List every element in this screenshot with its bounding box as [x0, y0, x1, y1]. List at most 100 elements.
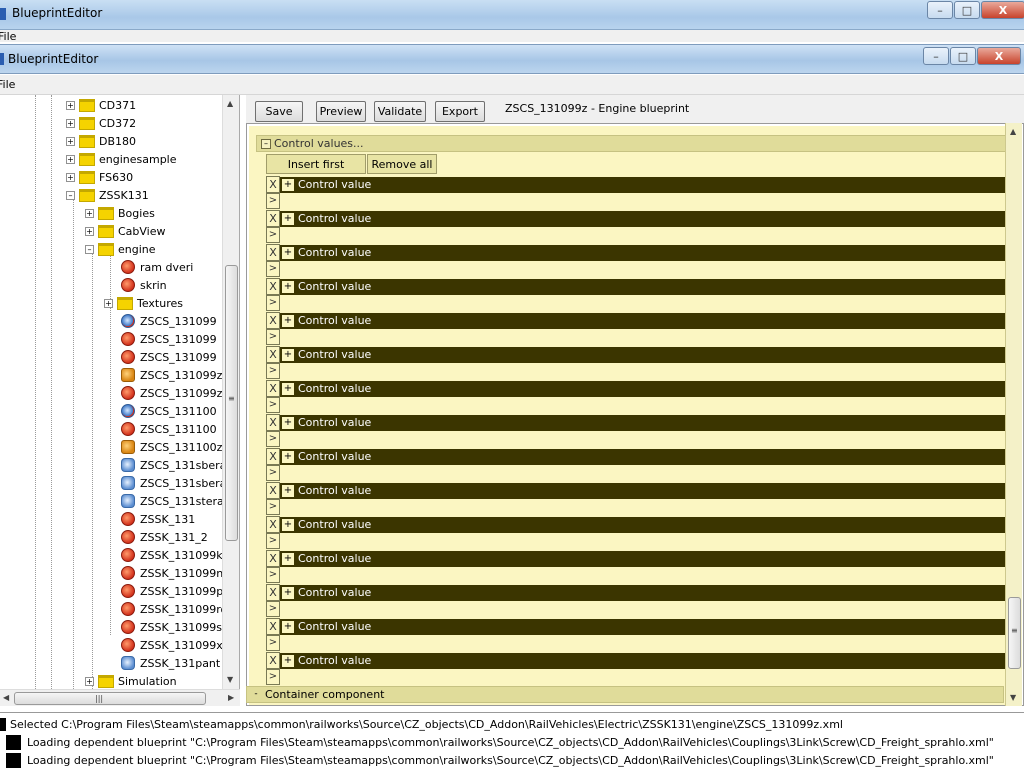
- control-value-row[interactable]: X + Control value: [266, 244, 1007, 261]
- tree-item[interactable]: ZSSK_131099pc: [121, 582, 229, 600]
- expand-icon[interactable]: +: [85, 676, 94, 686]
- control-value-bar[interactable]: + Control value: [280, 585, 1007, 601]
- control-value-bar[interactable]: + Control value: [280, 211, 1007, 227]
- window-titlebar[interactable]: BlueprintEditor – □ X: [0, 44, 1024, 74]
- insert-after-button[interactable]: >: [266, 465, 280, 481]
- control-value-row[interactable]: X + Control value: [266, 584, 1007, 601]
- control-value-row[interactable]: X + Control value: [266, 516, 1007, 533]
- control-value-row[interactable]: X + Control value: [266, 652, 1007, 669]
- expand-icon[interactable]: +: [66, 172, 75, 182]
- remove-item-button[interactable]: X: [266, 380, 280, 397]
- blueprint-editor-panel[interactable]: – Control values... Insert first Remove …: [246, 123, 1024, 706]
- remove-item-button[interactable]: X: [266, 482, 280, 499]
- minimize-button[interactable]: –: [923, 47, 949, 65]
- remove-item-button[interactable]: X: [266, 652, 280, 669]
- control-value-bar[interactable]: + Control value: [280, 177, 1007, 193]
- tree-item[interactable]: + Textures: [104, 294, 183, 312]
- tree-item[interactable]: + Simulation: [85, 672, 177, 689]
- remove-item-button[interactable]: X: [266, 346, 280, 363]
- expand-icon[interactable]: +: [282, 655, 294, 667]
- expand-icon[interactable]: +: [66, 118, 75, 128]
- scroll-thumb[interactable]: ≡: [1008, 597, 1021, 669]
- insert-after-button[interactable]: >: [266, 669, 280, 685]
- insert-after-button[interactable]: >: [266, 295, 280, 311]
- control-value-row[interactable]: X + Control value: [266, 278, 1007, 295]
- remove-item-button[interactable]: X: [266, 278, 280, 295]
- tree-item[interactable]: ZSCS_131100: [121, 420, 217, 438]
- control-value-row[interactable]: X + Control value: [266, 176, 1007, 193]
- insert-after-button[interactable]: >: [266, 397, 280, 413]
- remove-item-button[interactable]: X: [266, 244, 280, 261]
- maximize-button[interactable]: □: [950, 47, 976, 65]
- expand-icon[interactable]: +: [66, 100, 75, 110]
- control-value-row[interactable]: X + Control value: [266, 312, 1007, 329]
- scroll-left-arrow-icon[interactable]: ◀: [3, 693, 9, 702]
- control-value-bar[interactable]: + Control value: [280, 415, 1007, 431]
- tree-item[interactable]: ZSCS_131099z: [121, 366, 222, 384]
- control-value-bar[interactable]: + Control value: [280, 381, 1007, 397]
- tree-item[interactable]: + DB180: [66, 132, 136, 150]
- tree-item[interactable]: ZSSK_131099sb: [121, 618, 229, 636]
- close-button[interactable]: X: [981, 1, 1024, 19]
- tree-item[interactable]: – ZSSK131: [66, 186, 149, 204]
- insert-after-button[interactable]: >: [266, 567, 280, 583]
- remove-item-button[interactable]: X: [266, 550, 280, 567]
- insert-after-button[interactable]: >: [266, 499, 280, 515]
- remove-item-button[interactable]: X: [266, 312, 280, 329]
- expand-icon[interactable]: +: [282, 281, 294, 293]
- close-button[interactable]: X: [977, 47, 1021, 65]
- expand-icon[interactable]: +: [104, 298, 113, 308]
- control-value-bar[interactable]: + Control value: [280, 619, 1007, 635]
- expand-icon[interactable]: +: [282, 451, 294, 463]
- remove-item-button[interactable]: X: [266, 414, 280, 431]
- scroll-up-arrow-icon[interactable]: ▲: [227, 99, 233, 108]
- tree-item[interactable]: ZSCS_131sterac: [121, 492, 230, 510]
- remove-item-button[interactable]: X: [266, 516, 280, 533]
- tree-item[interactable]: ZSCS_131099: [121, 312, 217, 330]
- tree-horizontal-scrollbar[interactable]: ◀ ||| ▶: [0, 689, 240, 706]
- back-window-titlebar[interactable]: BlueprintEditor – □ X: [0, 0, 1024, 30]
- tree-item[interactable]: + CabView: [85, 222, 166, 240]
- preview-button[interactable]: Preview: [316, 101, 366, 122]
- expand-icon[interactable]: +: [85, 208, 94, 218]
- menu-file[interactable]: File: [0, 78, 15, 91]
- tree-item[interactable]: + Bogies: [85, 204, 155, 222]
- tree-item[interactable]: ZSSK_131_2: [121, 528, 208, 546]
- insert-first-button[interactable]: Insert first: [266, 154, 366, 174]
- tree-item[interactable]: ram dveri: [121, 258, 193, 276]
- tree-item[interactable]: ZSCS_131sbera: [121, 474, 226, 492]
- scroll-down-arrow-icon[interactable]: ▼: [1010, 693, 1016, 702]
- control-value-bar[interactable]: + Control value: [280, 653, 1007, 669]
- tree-item[interactable]: ZSCS_131sbera: [121, 456, 226, 474]
- tree-item[interactable]: ZSCS_131099: [121, 348, 217, 366]
- collapse-icon[interactable]: –: [66, 190, 75, 200]
- expand-icon[interactable]: +: [282, 587, 294, 599]
- expand-icon[interactable]: +: [85, 226, 94, 236]
- tree-item[interactable]: + enginesample: [66, 150, 177, 168]
- expand-icon[interactable]: +: [282, 179, 294, 191]
- expand-icon[interactable]: +: [282, 553, 294, 565]
- expand-icon[interactable]: +: [282, 247, 294, 259]
- menu-file[interactable]: File: [0, 30, 16, 42]
- tree-item[interactable]: skrin: [121, 276, 167, 294]
- remove-item-button[interactable]: X: [266, 176, 280, 193]
- insert-after-button[interactable]: >: [266, 227, 280, 243]
- tree-item[interactable]: ZSSK_131099x: [121, 636, 223, 654]
- insert-after-button[interactable]: >: [266, 431, 280, 447]
- control-value-row[interactable]: X + Control value: [266, 346, 1007, 363]
- control-value-bar[interactable]: + Control value: [280, 347, 1007, 363]
- tree-item[interactable]: + CD371: [66, 96, 136, 114]
- control-value-row[interactable]: X + Control value: [266, 618, 1007, 635]
- insert-after-button[interactable]: >: [266, 601, 280, 617]
- tree-item[interactable]: ZSSK_131099ro: [121, 600, 227, 618]
- collapse-icon[interactable]: –: [85, 244, 94, 254]
- control-value-bar[interactable]: + Control value: [280, 483, 1007, 499]
- maximize-button[interactable]: □: [954, 1, 980, 19]
- expand-icon[interactable]: +: [282, 519, 294, 531]
- expand-icon[interactable]: +: [282, 417, 294, 429]
- export-button[interactable]: Export: [435, 101, 485, 122]
- tree-item[interactable]: + FS630: [66, 168, 133, 186]
- tree-item[interactable]: ZSSK_131: [121, 510, 195, 528]
- control-value-row[interactable]: X + Control value: [266, 380, 1007, 397]
- control-value-bar[interactable]: + Control value: [280, 313, 1007, 329]
